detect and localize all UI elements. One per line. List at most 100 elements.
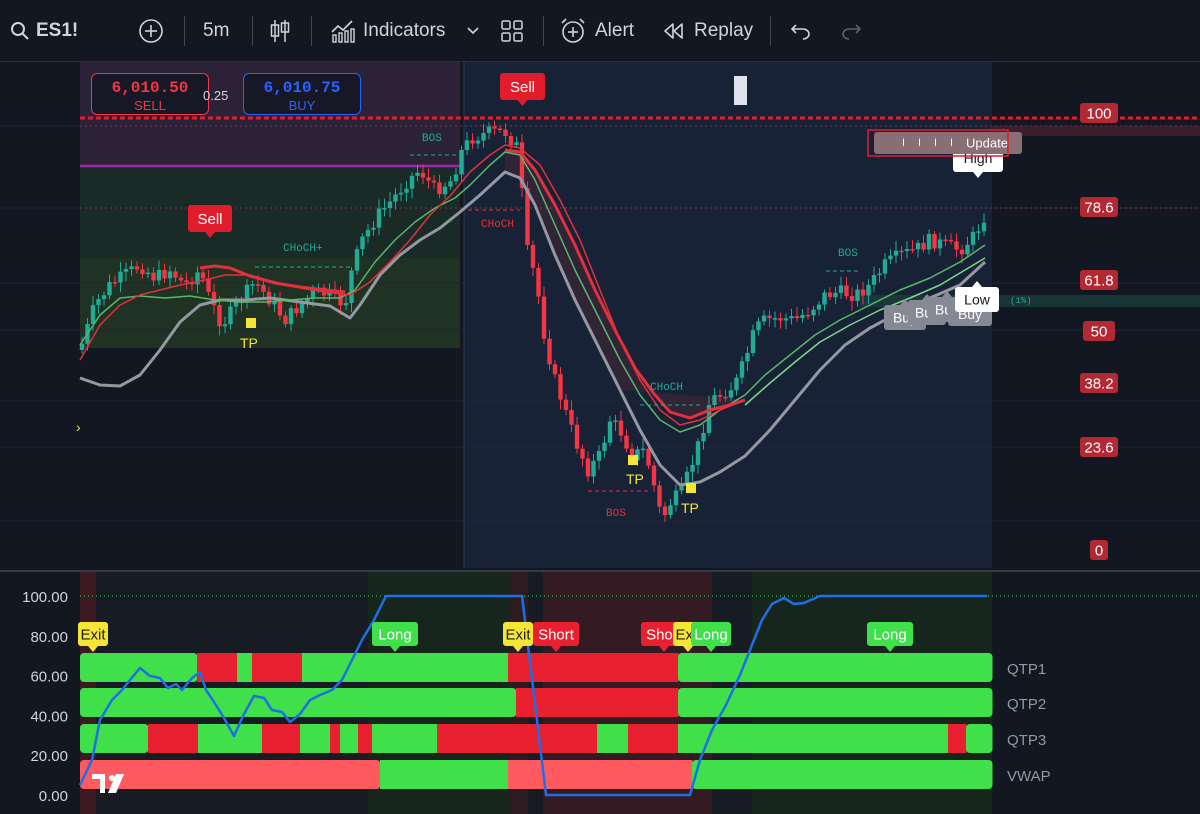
percent-label: (1%) — [1010, 296, 1032, 306]
band-row-qtp2: QTP2 — [80, 688, 1046, 717]
band-segment — [340, 653, 509, 682]
svg-text:Update: Update — [966, 136, 1008, 151]
y-axis-tick: 100.00 — [22, 589, 68, 606]
band-segment — [237, 653, 253, 682]
band-segment — [252, 653, 303, 682]
sell-price-button[interactable]: 6,010.50 SELL — [91, 73, 209, 115]
structure-label: BOS — [606, 508, 626, 520]
structure-label: BOS — [422, 133, 442, 145]
chart-type-button[interactable] — [268, 0, 292, 62]
band-segment — [372, 724, 438, 753]
sell-price: 6,010.50 — [111, 79, 189, 97]
alert-label: Alert — [595, 20, 635, 41]
band-segment — [597, 724, 629, 753]
band-segment — [966, 724, 993, 753]
fib-level-label: 50 — [1083, 321, 1115, 341]
structure-label: CHoCH+ — [283, 243, 323, 255]
band-segment — [80, 724, 149, 753]
compare-button[interactable] — [138, 0, 164, 62]
svg-text:38.2: 38.2 — [1084, 375, 1113, 392]
search-icon — [11, 22, 29, 40]
buy-label: BUY — [288, 98, 316, 113]
band-segment — [358, 724, 373, 753]
indicators-button[interactable]: Indicators — [330, 0, 445, 62]
symbol-label: ES1! — [36, 20, 79, 41]
buy-price: 6,010.75 — [263, 79, 341, 97]
fib-level-label: 78.6 — [1080, 197, 1118, 217]
plus-circle-icon — [139, 19, 163, 43]
grid-layout-icon — [501, 20, 523, 42]
take-profit-label: TP — [626, 471, 644, 487]
band-row-label: VWAP — [1007, 768, 1051, 785]
svg-text:Long: Long — [378, 626, 411, 643]
svg-text:Low: Low — [964, 292, 991, 308]
buy-price-button[interactable]: 6,010.75 BUY — [243, 73, 361, 115]
update-label: Update — [952, 132, 1022, 154]
band-row-vwap: VWAP — [80, 760, 1051, 789]
toolbar-divider — [543, 16, 544, 46]
indicators-icon — [331, 20, 355, 43]
interval-label: 5m — [203, 20, 230, 41]
band-segment — [262, 724, 301, 753]
replay-button[interactable]: Replay — [662, 0, 753, 62]
svg-text:Exit: Exit — [80, 626, 106, 643]
band-segment — [380, 760, 509, 789]
band-segment — [508, 760, 693, 789]
band-segment — [300, 724, 331, 753]
take-profit-marker — [628, 455, 638, 465]
band-row-label: QTP3 — [1007, 732, 1046, 749]
toolbar-divider — [311, 16, 312, 46]
y-axis-tick: 20.00 — [30, 748, 68, 765]
oscillator-pane[interactable]: 100.00 80.00 60.00 40.00 20.00 0.00 QTP1 QTP2 Q… — [0, 570, 1200, 814]
y-axis-tick: 60.00 — [30, 669, 68, 686]
price-chart[interactable]: SellSellBuyBuyBuyBuyLowHighUpdateUpdateU… — [0, 62, 1200, 568]
fib-level-label: 100 — [1080, 103, 1118, 123]
fib-level-label: 23.6 — [1080, 437, 1118, 457]
svg-text:Sell: Sell — [197, 211, 222, 228]
band-segment — [302, 653, 341, 682]
svg-text:50: 50 — [1091, 323, 1108, 340]
band-row-label: QTP1 — [1007, 661, 1046, 678]
band-segment — [80, 688, 517, 717]
band-segment — [437, 724, 598, 753]
redo-button[interactable] — [840, 0, 862, 62]
layout-button[interactable] — [500, 0, 524, 62]
sell-label: SELL — [134, 98, 166, 113]
svg-text:100: 100 — [1086, 105, 1111, 122]
chevron-down-icon — [467, 27, 479, 35]
band-segment — [340, 724, 359, 753]
take-profit-label: TP — [681, 500, 699, 516]
alert-button[interactable]: Alert — [559, 0, 634, 62]
y-axis-tick: 80.00 — [30, 629, 68, 646]
toolbar-divider — [252, 16, 253, 46]
band-segment — [228, 724, 263, 753]
band-segment — [628, 724, 679, 753]
replay-label: Replay — [694, 20, 754, 41]
svg-text:61.8: 61.8 — [1084, 272, 1113, 289]
redo-icon — [842, 24, 862, 40]
take-profit-marker — [246, 318, 256, 328]
band-segment — [678, 724, 949, 753]
y-axis-tick: 0.00 — [39, 788, 68, 805]
top-toolbar: ES1! 5m Indicators Alert Replay — [0, 0, 1200, 62]
equilibrium-zone — [80, 168, 460, 258]
band-row-qtp1: QTP1 — [80, 653, 1046, 682]
band-segment — [198, 724, 229, 753]
band-segment — [692, 760, 993, 789]
svg-text:Exit: Exit — [505, 626, 531, 643]
rewind-icon — [664, 23, 683, 39]
band-segment — [948, 724, 967, 753]
alarm-clock-icon — [561, 18, 585, 43]
undo-icon — [790, 24, 810, 40]
symbol-search[interactable]: ES1! — [10, 0, 78, 62]
svg-text:Short: Short — [538, 626, 575, 643]
fib-level-label: 61.8 — [1080, 270, 1118, 290]
structure-label: CHoCH — [481, 219, 514, 231]
band-segment — [148, 724, 199, 753]
undo-button[interactable] — [790, 0, 812, 62]
indicators-dropdown[interactable] — [466, 0, 480, 62]
interval-button[interactable]: 5m — [203, 0, 229, 62]
svg-text:Long: Long — [694, 626, 727, 643]
take-profit-label: TP — [240, 335, 258, 351]
candles-icon — [270, 20, 290, 42]
